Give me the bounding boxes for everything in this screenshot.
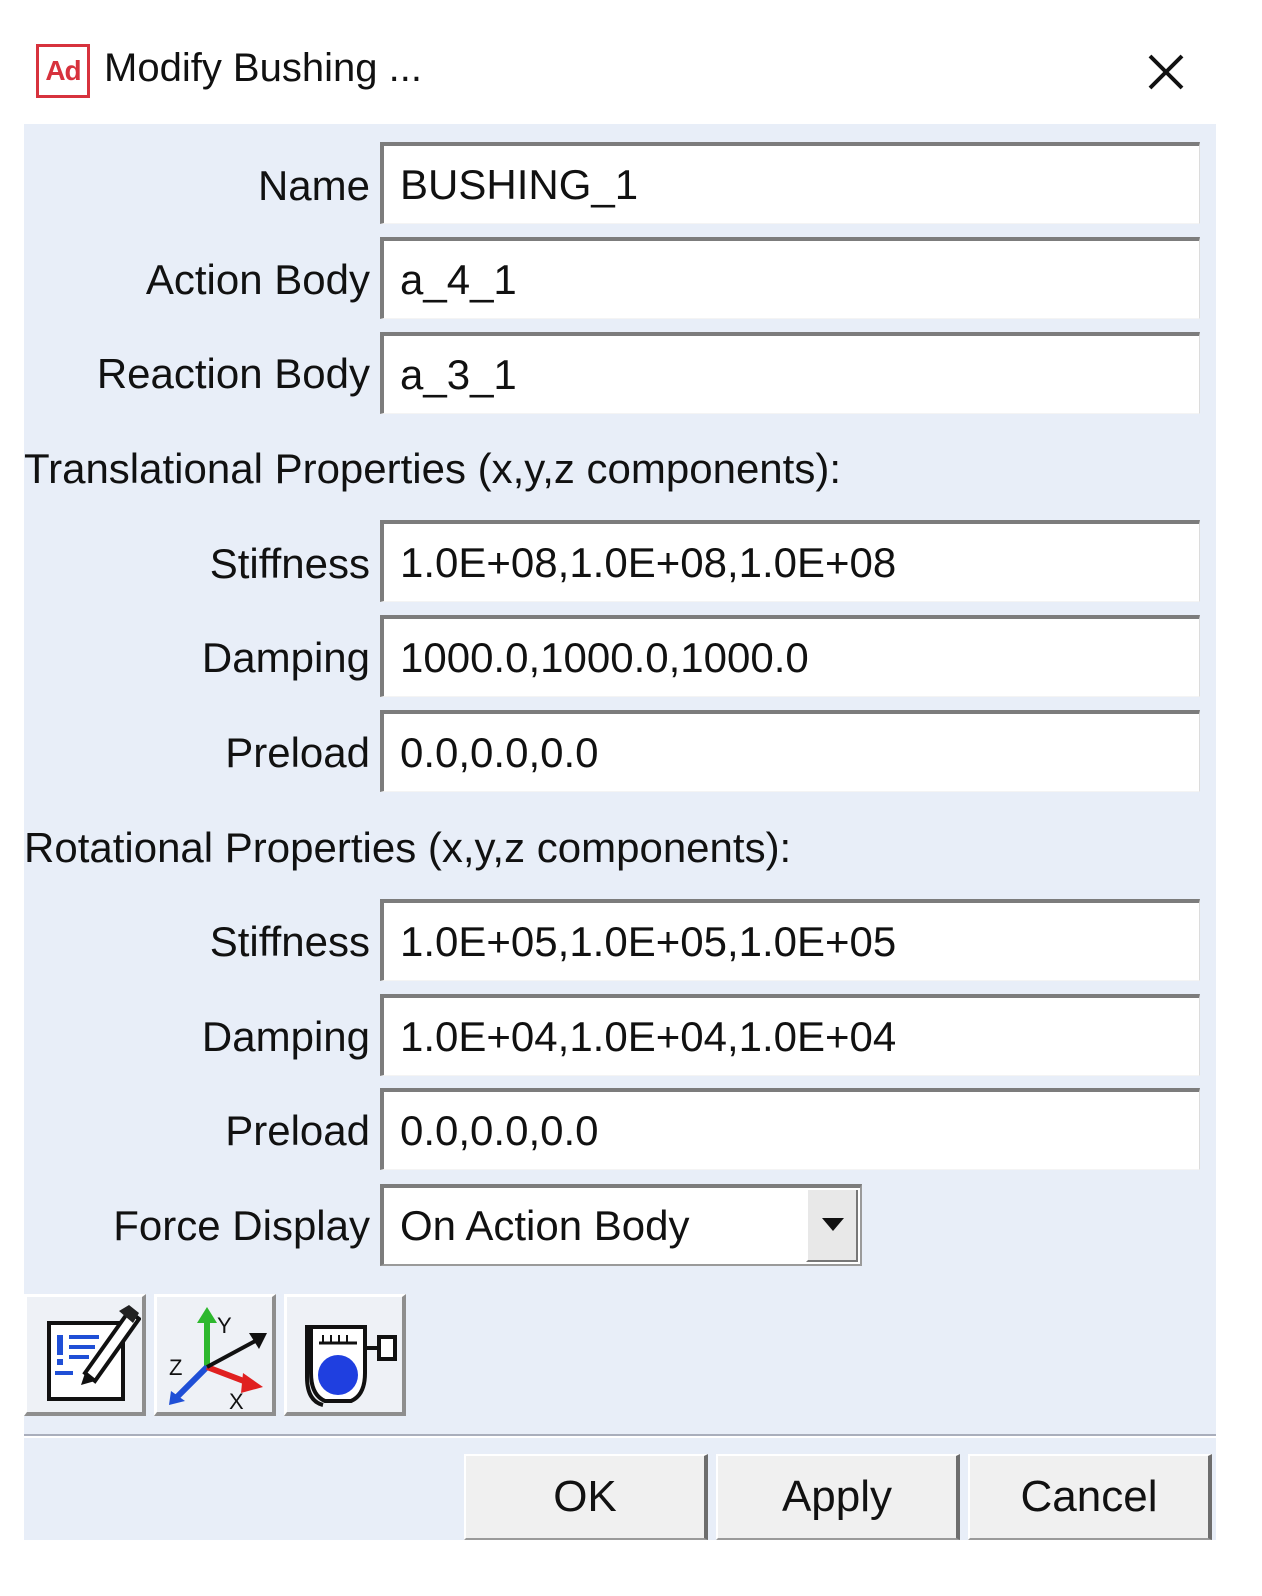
ok-button[interactable]: OK [464,1454,708,1540]
x-axis-label: X [229,1389,244,1411]
adams-app-icon: Ad [36,44,90,98]
window-title: Modify Bushing ... [104,46,422,90]
rotational-damping-label: Damping [201,1013,370,1060]
rotational-stiffness-label: Stiffness [209,918,370,965]
cancel-button[interactable]: Cancel [968,1454,1212,1540]
z-axis-label: Z [169,1355,182,1380]
rotational-damping-field[interactable]: 1.0E+04,1.0E+04,1.0E+04 [380,994,1200,1076]
action-body-label: Action Body [145,256,370,303]
button-row-separator [24,1434,1216,1438]
chevron-down-icon [822,1218,844,1231]
apply-button[interactable]: Apply [716,1454,960,1540]
rotational-preload-label: Preload [225,1107,370,1154]
translational-section-title: Translational Properties (x,y,z componen… [24,445,841,492]
translational-damping-label: Damping [201,634,370,681]
translational-stiffness-label: Stiffness [209,540,370,587]
force-display-dropdown-button[interactable] [806,1190,858,1262]
title-bar: Ad Modify Bushing ... [24,32,1216,124]
rotational-section-title: Rotational Properties (x,y,z components)… [24,824,792,871]
reaction-body-field[interactable]: a_3_1 [380,332,1200,414]
name-field[interactable]: BUSHING_1 [380,142,1200,224]
translational-damping-field[interactable]: 1000.0,1000.0,1000.0 [380,615,1200,697]
coordinate-axes-icon: Y Z X [169,1307,267,1411]
edit-notes-icon [47,1305,141,1401]
measure-tool-button[interactable] [284,1294,406,1416]
force-display-label: Force Display [113,1202,370,1249]
reaction-body-label: Reaction Body [96,350,370,397]
name-label: Name [257,162,370,209]
translational-preload-label: Preload [225,729,370,776]
rotational-stiffness-field[interactable]: 1.0E+05,1.0E+05,1.0E+05 [380,899,1200,981]
close-icon [1148,54,1184,90]
modify-bushing-dialog: Ad Modify Bushing ... Name BUSHING_1 Act… [24,32,1216,1540]
y-axis-label: Y [217,1313,232,1338]
coordinate-system-tool-button[interactable]: Y Z X [154,1294,276,1416]
translational-stiffness-field[interactable]: 1.0E+08,1.0E+08,1.0E+08 [380,520,1200,602]
measure-gauge-icon [305,1325,397,1407]
modify-properties-tool-button[interactable] [24,1294,146,1416]
translational-preload-field[interactable]: 0.0,0.0,0.0 [380,710,1200,792]
close-button[interactable] [1138,44,1194,100]
action-body-field[interactable]: a_4_1 [380,237,1200,319]
rotational-preload-field[interactable]: 0.0,0.0,0.0 [380,1088,1200,1170]
force-display-value: On Action Body [400,1202,690,1249]
force-display-select[interactable]: On Action Body [380,1184,862,1266]
